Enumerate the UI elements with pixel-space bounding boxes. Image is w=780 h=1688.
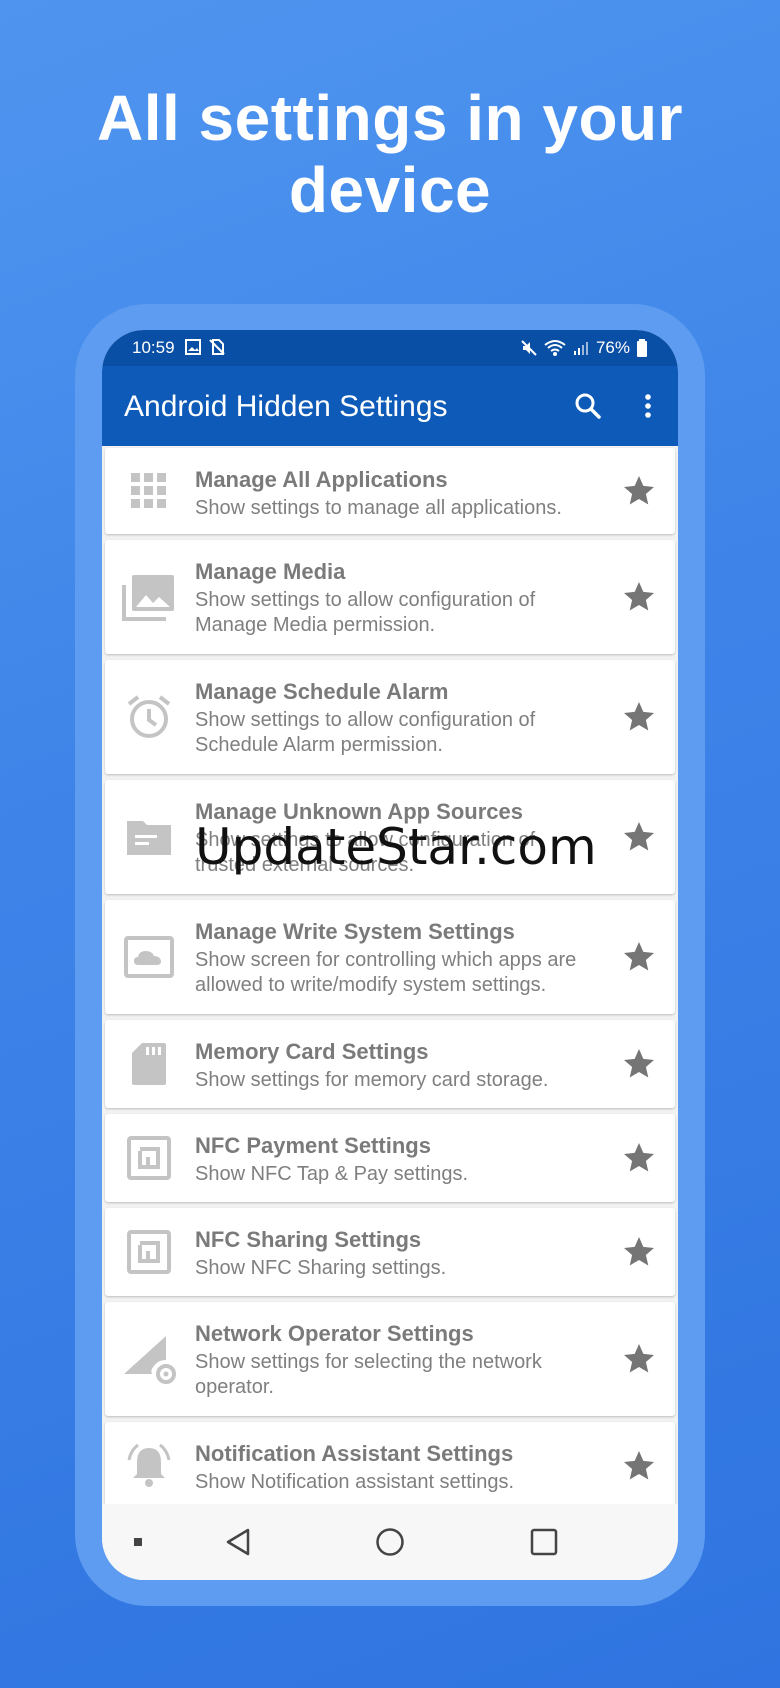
- item-description: Show NFC Tap & Pay settings.: [195, 1163, 469, 1185]
- more-vert-icon[interactable]: [628, 386, 668, 426]
- gallery-notification-icon: [184, 338, 202, 356]
- item-title: Memory Card Settings: [195, 1039, 429, 1064]
- settings-system-icon: [121, 929, 177, 985]
- list-item[interactable]: Manage Write System Settings Show screen…: [105, 900, 675, 1014]
- star-icon[interactable]: [619, 817, 659, 857]
- item-title: Network Operator Settings: [195, 1321, 474, 1346]
- app-bar: Android Hidden Settings: [102, 366, 678, 446]
- item-description: Show NFC Sharing settings.: [195, 1257, 447, 1279]
- star-icon[interactable]: [619, 1232, 659, 1272]
- status-bar: 10:59 76%: [102, 330, 678, 366]
- item-title: NFC Payment Settings: [195, 1133, 431, 1158]
- apps-grid-icon: [121, 463, 177, 519]
- item-description: Show settings to allow configuration of …: [195, 589, 536, 636]
- list-item[interactable]: Notification Assistant Settings Show Not…: [105, 1422, 675, 1510]
- alarm-icon: [121, 689, 177, 745]
- promo-headline: All settings in your device: [96, 82, 684, 226]
- star-icon[interactable]: [619, 937, 659, 977]
- signal-icon: [572, 339, 590, 357]
- nfc-icon: [121, 1224, 177, 1280]
- sd-card-icon: [121, 1036, 177, 1092]
- notification-bell-icon: [121, 1438, 177, 1494]
- star-icon[interactable]: [619, 1138, 659, 1178]
- item-title: Notification Assistant Settings: [195, 1441, 514, 1466]
- star-icon[interactable]: [619, 471, 659, 511]
- item-title: Manage Write System Settings: [195, 919, 515, 944]
- item-title: Manage Schedule Alarm: [195, 679, 449, 704]
- list-item[interactable]: Network Operator Settings Show settings …: [105, 1302, 675, 1416]
- recents-icon[interactable]: [524, 1522, 564, 1562]
- item-description: Show settings for selecting the network …: [195, 1351, 542, 1398]
- nav-dot-icon[interactable]: [118, 1522, 158, 1562]
- no-sim-icon: [208, 338, 226, 356]
- item-title: Manage All Applications: [195, 467, 448, 492]
- item-title: Manage Media: [195, 559, 346, 584]
- photo-library-icon: [121, 569, 177, 625]
- list-item[interactable]: Manage Media Show settings to allow conf…: [105, 540, 675, 654]
- list-item[interactable]: Manage All Applications Show settings to…: [105, 448, 675, 534]
- back-icon[interactable]: [218, 1522, 258, 1562]
- list-item[interactable]: Manage Schedule Alarm Show settings to a…: [105, 660, 675, 774]
- home-icon[interactable]: [370, 1522, 410, 1562]
- star-icon[interactable]: [619, 1446, 659, 1486]
- star-icon[interactable]: [619, 577, 659, 617]
- network-settings-icon: [121, 1331, 177, 1387]
- item-description: Show settings to manage all applications…: [195, 497, 562, 519]
- star-icon[interactable]: [619, 697, 659, 737]
- item-description: Show screen for controlling which apps a…: [195, 949, 577, 996]
- watermark-text: UpdateStar.com: [195, 818, 597, 876]
- star-icon[interactable]: [619, 1339, 659, 1379]
- item-description: Show settings for memory card storage.: [195, 1069, 549, 1091]
- system-nav-bar: [102, 1504, 678, 1580]
- list-item[interactable]: NFC Sharing Settings Show NFC Sharing se…: [105, 1208, 675, 1296]
- item-title: NFC Sharing Settings: [195, 1227, 422, 1252]
- item-description: Show Notification assistant settings.: [195, 1471, 515, 1493]
- search-icon[interactable]: [568, 386, 608, 426]
- app-title: Android Hidden Settings: [124, 390, 448, 423]
- mute-icon: [520, 339, 538, 357]
- star-icon[interactable]: [619, 1044, 659, 1084]
- battery-icon: [636, 339, 648, 357]
- list-item[interactable]: NFC Payment Settings Show NFC Tap & Pay …: [105, 1114, 675, 1202]
- status-time: 10:59: [132, 338, 175, 357]
- phone-screen: 10:59 76% Android Hidden Settings Manage…: [102, 330, 678, 1580]
- item-description: Show settings to allow configuration of …: [195, 709, 536, 756]
- folder-icon: [121, 809, 177, 865]
- nfc-icon: [121, 1130, 177, 1186]
- list-item[interactable]: Memory Card Settings Show settings for m…: [105, 1020, 675, 1108]
- battery-percent: 76%: [595, 338, 630, 357]
- wifi-icon: [544, 339, 566, 357]
